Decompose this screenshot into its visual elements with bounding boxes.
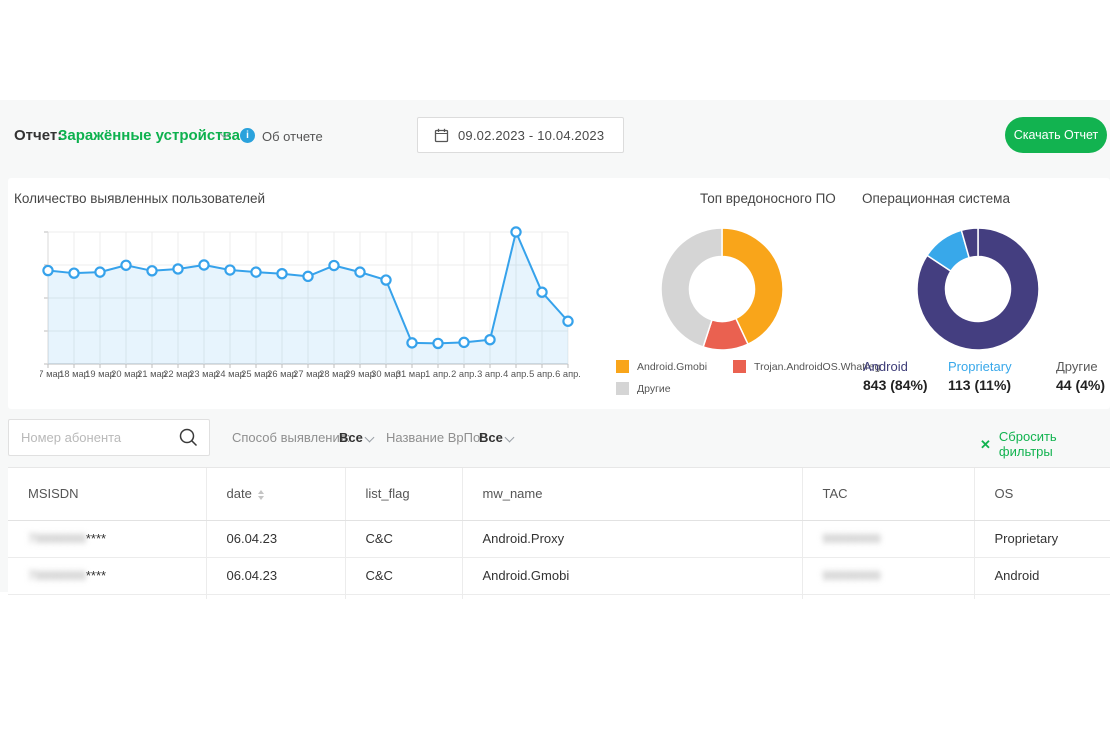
table-row[interactable]: 79999999**** 06.04.23 C&C Android.Gmobi … <box>8 557 1110 594</box>
cell-mw-name: Android.Proxy <box>462 520 802 557</box>
subscriber-search <box>8 419 210 456</box>
legend-swatch-orange <box>616 360 629 373</box>
cell-date: 06.04.23 <box>206 520 345 557</box>
cell-tac: 99999999 <box>802 557 974 594</box>
os-stat-value: 843 (84%) <box>863 377 928 393</box>
os-stat-label: Android <box>863 359 928 374</box>
about-report-link[interactable]: Об отчете <box>262 129 323 144</box>
os-stat-label: Другие <box>1056 359 1105 374</box>
malware-legend: Android.Gmobi Trojan.AndroidOS.Whatreg Д… <box>616 360 876 404</box>
date-range-picker[interactable]: 09.02.2023 - 10.04.2023 <box>417 117 624 153</box>
cell-os: Android <box>974 557 1110 594</box>
svg-text:1 апр.: 1 апр. <box>425 369 451 379</box>
os-stat-proprietary: Proprietary 113 (11%) <box>948 359 1012 393</box>
report-label: Отчет: <box>14 127 62 144</box>
legend-item-gmobi[interactable]: Android.Gmobi <box>616 360 707 373</box>
malware-name-label: Название ВрПо:: <box>386 430 487 445</box>
col-header-list-flag[interactable]: list_flag <box>345 468 462 520</box>
svg-text:4 апр.: 4 апр. <box>503 369 529 379</box>
os-stat-android: Android 843 (84%) <box>863 359 928 393</box>
redacted-tac: 99999999 <box>823 568 881 583</box>
os-stat-value: 113 (11%) <box>948 377 1012 393</box>
cell-date: 06.04.23 <box>206 557 345 594</box>
cell-msisdn: 79999999**** <box>8 520 206 557</box>
svg-text:3 апр.: 3 апр. <box>477 369 503 379</box>
col-header-os[interactable]: OS <box>974 468 1110 520</box>
sort-icon[interactable] <box>258 490 264 500</box>
svg-text:2 апр.: 2 апр. <box>451 369 477 379</box>
legend-item-whatreg[interactable]: Trojan.AndroidOS.Whatreg <box>733 360 880 373</box>
table-row-cutoff <box>8 594 1110 599</box>
users-line-chart[interactable]: 17 мар18 мар19 мар20 мар21 мар22 мар23 м… <box>40 225 584 387</box>
col-header-mw-name[interactable]: mw_name <box>462 468 802 520</box>
cell-list-flag: C&C <box>345 520 462 557</box>
dashboard-screen: Отчет: Заражённые устройства i Об отчете… <box>0 0 1110 740</box>
clear-filters-icon: ✕ <box>980 437 991 452</box>
search-input[interactable] <box>9 420 179 455</box>
redacted-msisdn: 79999999 <box>28 568 86 583</box>
os-stat-other: Другие 44 (4%) <box>1056 359 1105 393</box>
cell-list-flag: C&C <box>345 557 462 594</box>
legend-item-other[interactable]: Другие <box>616 382 671 395</box>
legend-label: Android.Gmobi <box>637 361 707 373</box>
legend-swatch-gray <box>616 382 629 395</box>
cell-tac: 99999999 <box>802 520 974 557</box>
col-header-date-label: date <box>227 486 252 501</box>
search-icon[interactable] <box>178 427 199 448</box>
malware-donut-title: Топ вредоносного ПО <box>700 191 836 206</box>
cell-os: Proprietary <box>974 520 1110 557</box>
info-icon[interactable]: i <box>240 128 255 143</box>
msisdn-mask-suffix: **** <box>86 568 106 583</box>
os-donut-chart[interactable] <box>916 227 1040 351</box>
detection-method-label: Способ выявления: <box>232 430 350 445</box>
charts-panel: Количество выявленных пользователей 17 м… <box>8 178 1110 409</box>
reset-filters-button[interactable]: ✕ Сбросить фильтры <box>980 429 1110 459</box>
download-report-button[interactable]: Скачать Отчет <box>1005 117 1107 153</box>
os-stat-label: Proprietary <box>948 359 1012 374</box>
col-header-tac[interactable]: TAC <box>802 468 974 520</box>
redacted-tac: 99999999 <box>823 531 881 546</box>
os-stat-value: 44 (4%) <box>1056 377 1105 393</box>
svg-text:31 мар.: 31 мар. <box>396 369 428 379</box>
results-table-panel: MSISDN date list_flag mw_name TAC OS 799… <box>8 467 1110 599</box>
table-row[interactable]: 79999999**** 06.04.23 C&C Android.Proxy … <box>8 520 1110 557</box>
redacted-msisdn: 79999999 <box>28 531 86 546</box>
table-header-row: MSISDN date list_flag mw_name TAC OS <box>8 468 1110 520</box>
cell-mw-name: Android.Gmobi <box>462 557 802 594</box>
col-header-date[interactable]: date <box>206 468 345 520</box>
malware-name-select[interactable]: Все <box>479 430 503 445</box>
line-chart-title: Количество выявленных пользователей <box>14 191 265 206</box>
malware-donut-chart[interactable] <box>660 227 784 351</box>
svg-text:5 апр.: 5 апр. <box>529 369 555 379</box>
col-header-msisdn[interactable]: MSISDN <box>8 468 206 520</box>
date-range-value: 09.02.2023 - 10.04.2023 <box>458 128 604 143</box>
msisdn-mask-suffix: **** <box>86 531 106 546</box>
legend-label: Другие <box>637 383 671 395</box>
os-donut-title: Операционная система <box>862 191 1010 206</box>
reset-filters-label: Сбросить фильтры <box>999 429 1110 459</box>
svg-text:6 апр.: 6 апр. <box>555 369 581 379</box>
calendar-icon <box>434 128 449 143</box>
cell-msisdn: 79999999**** <box>8 557 206 594</box>
results-table: MSISDN date list_flag mw_name TAC OS 799… <box>8 468 1110 599</box>
report-selector[interactable]: Заражённые устройства <box>58 127 240 144</box>
detection-method-select[interactable]: Все <box>339 430 363 445</box>
legend-label: Trojan.AndroidOS.Whatreg <box>754 361 880 373</box>
legend-swatch-red <box>733 360 746 373</box>
